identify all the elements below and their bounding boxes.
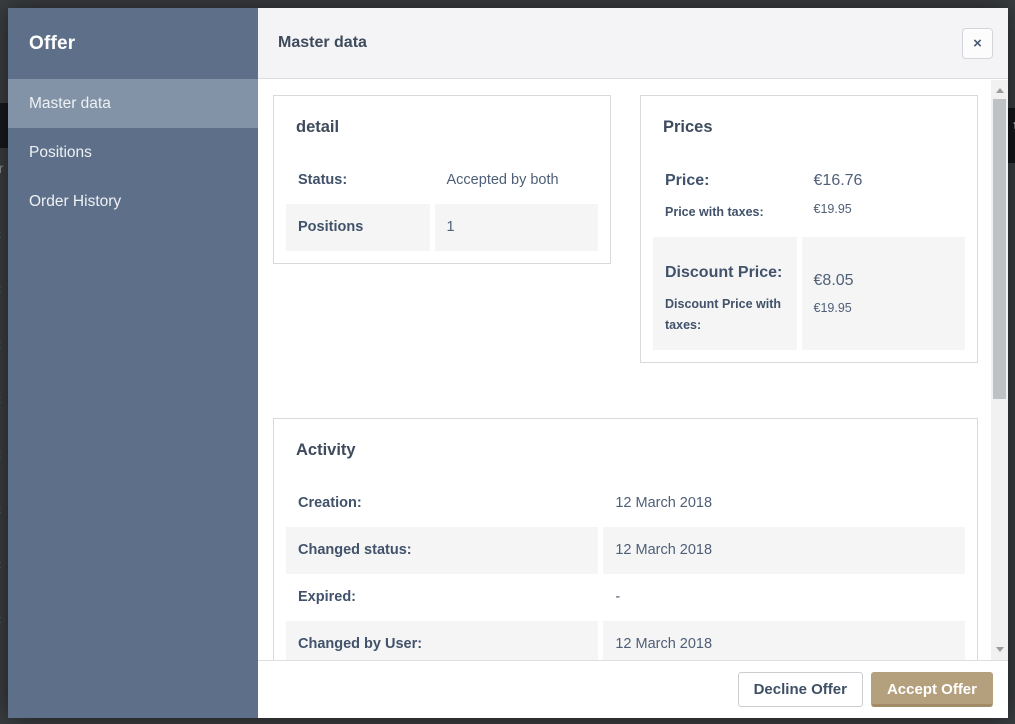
table-row: Changed status: 12 March 2018 [286, 527, 965, 574]
price-value: €16.76 [814, 171, 953, 192]
row-label: Discount Price: Discount Price with taxe… [653, 237, 797, 350]
price-with-taxes-label: Price with taxes: [665, 202, 785, 223]
sidebar-item-order-history[interactable]: Order History [8, 177, 258, 226]
scroll-up-arrow-icon[interactable] [996, 88, 1004, 93]
background-text-fragment: C [0, 338, 1, 352]
row-value: 12 March 2018 [603, 480, 965, 527]
table-row: Price: Price with taxes: €16.76 €19.95 [653, 157, 965, 237]
table-row: Changed by User: 12 March 2018 [286, 621, 965, 660]
modal-main: Master data × detail Status: Accepted by… [258, 8, 1008, 718]
discount-price-with-taxes-value: €19.95 [814, 300, 953, 316]
modal-sidebar: Offer Master data Positions Order Histor… [8, 8, 258, 718]
modal-header: Master data × [258, 8, 1008, 79]
scrollbar-thumb[interactable] [993, 99, 1006, 399]
sidebar-item-master-data[interactable]: Master data [8, 79, 258, 128]
scroll-down-arrow-icon[interactable] [996, 647, 1004, 652]
row-label: Changed status: [286, 527, 598, 574]
price-with-taxes-value: €19.95 [814, 201, 953, 217]
close-icon: × [973, 35, 982, 52]
row-label: Creation: [286, 480, 598, 527]
close-button[interactable]: × [962, 28, 993, 59]
table-row: Status: Accepted by both [286, 157, 598, 204]
detail-panel: detail Status: Accepted by both Position… [273, 95, 611, 264]
detail-panel-title: detail [296, 118, 598, 137]
accept-offer-button[interactable]: Accept Offer [871, 672, 993, 707]
background-dark-block-left [0, 103, 8, 148]
row-label: Changed by User: [286, 621, 598, 660]
prices-panel-title: Prices [663, 118, 965, 137]
row-value: 12 March 2018 [603, 621, 965, 660]
page-title: Master data [278, 34, 367, 52]
table-row: Discount Price: Discount Price with taxe… [653, 237, 965, 350]
row-value: Accepted by both [435, 157, 598, 204]
row-label: Price: Price with taxes: [653, 157, 797, 237]
background-text-fragment: C [0, 448, 1, 462]
discount-price-with-taxes-label: Discount Price with taxes: [665, 294, 785, 337]
background-text-fragment: C [0, 393, 1, 407]
activity-panel: Activity Creation: 12 March 2018 Changed… [273, 418, 978, 660]
table-row: Creation: 12 March 2018 [286, 480, 965, 527]
background-text-fragment: C [0, 503, 1, 517]
background-text-fragment: C [0, 283, 1, 297]
sidebar-title: Offer [8, 8, 258, 79]
row-label: Status: [286, 157, 430, 204]
prices-panel: Prices Price: Price with taxes: €16.76 €… [640, 95, 978, 363]
discount-price-label: Discount Price: [665, 251, 785, 284]
background-text-fragment: C [0, 558, 1, 572]
row-value: - [603, 574, 965, 621]
row-label: Expired: [286, 574, 598, 621]
table-row: Expired: - [286, 574, 965, 621]
row-value: €16.76 €19.95 [802, 157, 965, 237]
modal-body: detail Status: Accepted by both Position… [258, 79, 1008, 660]
background-text-fragment: C [0, 613, 1, 627]
offer-modal: Offer Master data Positions Order Histor… [8, 8, 1008, 718]
activity-panel-title: Activity [296, 441, 965, 460]
row-label: Positions [286, 204, 430, 251]
sidebar-item-label: Positions [29, 144, 92, 162]
discount-price-value: €8.05 [814, 271, 953, 292]
decline-offer-button[interactable]: Decline Offer [738, 672, 863, 707]
row-value: 1 [435, 204, 598, 251]
sidebar-item-label: Order History [29, 193, 121, 211]
background-text-fragment: or [0, 161, 3, 175]
row-value: 12 March 2018 [603, 527, 965, 574]
sidebar-item-label: Master data [29, 95, 111, 113]
vertical-scrollbar[interactable] [991, 80, 1008, 660]
background-text-fragment: C [0, 228, 1, 242]
price-label: Price: [665, 171, 785, 192]
row-value: €8.05 €19.95 [802, 237, 965, 350]
table-row: Positions 1 [286, 204, 598, 251]
panel-row: detail Status: Accepted by both Position… [273, 95, 978, 363]
sidebar-item-positions[interactable]: Positions [8, 128, 258, 177]
modal-footer: Decline Offer Accept Offer [258, 660, 1008, 718]
